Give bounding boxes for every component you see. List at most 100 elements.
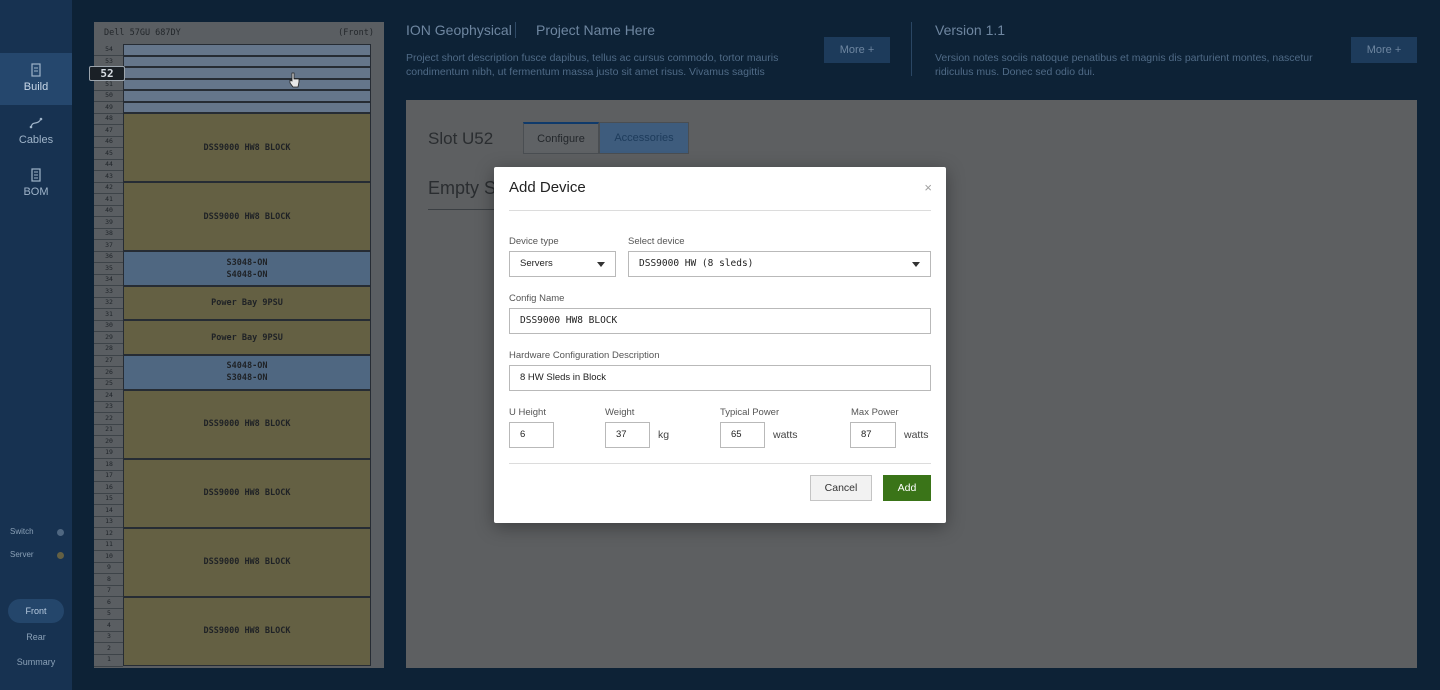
view-summary-button[interactable]: Summary xyxy=(8,650,64,674)
slot-title: Slot U52 xyxy=(428,129,494,148)
weight-label: Weight xyxy=(605,407,635,418)
nav-build[interactable]: Build xyxy=(0,53,72,105)
legend-switch-label: Switch xyxy=(10,527,34,536)
unit-number: 26 xyxy=(105,367,113,376)
tab-configure[interactable]: Configure xyxy=(523,122,599,154)
empty-slot-u51[interactable] xyxy=(123,78,371,91)
unit-number: 9 xyxy=(107,563,111,572)
unit-number: 37 xyxy=(105,240,113,249)
typical-power-input[interactable]: 65 xyxy=(720,422,765,448)
select-device-value: DSS9000 HW (8 sleds) xyxy=(639,258,754,269)
add-button[interactable]: Add xyxy=(883,475,931,501)
tab-accessories[interactable]: Accessories xyxy=(599,122,689,154)
header-divider xyxy=(911,22,912,76)
rack-device-server[interactable]: DSS9000 HW8 BLOCK xyxy=(123,458,371,528)
unit-number: 39 xyxy=(105,217,113,226)
rack-device-server[interactable]: DSS9000 HW8 BLOCK xyxy=(123,527,371,597)
empty-slot-u50[interactable] xyxy=(123,90,371,102)
sidebar: Build Cables BOM Switch Server Front Rea… xyxy=(0,0,72,690)
unit-number: 49 xyxy=(105,102,113,111)
rack-device-power[interactable]: Power Bay 9PSU xyxy=(123,320,371,355)
unit-number: 30 xyxy=(105,321,113,330)
version-title: Version 1.1 xyxy=(935,22,1006,38)
empty-slot-u52[interactable] xyxy=(123,67,371,79)
rack-device-label: DSS9000 HW8 BLOCK xyxy=(203,419,291,430)
project-header: ION Geophysical Project Name Here Projec… xyxy=(406,0,906,100)
project-more-button[interactable]: More + xyxy=(824,37,890,63)
unit-number: 19 xyxy=(105,448,113,457)
highlighted-unit-badge: 52 xyxy=(89,66,125,81)
rack-side: (Front) xyxy=(338,28,374,38)
view-front-button[interactable]: Front xyxy=(8,599,64,623)
nav-build-label: Build xyxy=(23,81,49,93)
unit-number: 24 xyxy=(105,390,113,399)
version-more-button[interactable]: More + xyxy=(1351,37,1417,63)
rack-name: Dell 57GU 687DY xyxy=(104,28,181,38)
rack-device-power[interactable]: Power Bay 9PSU xyxy=(123,285,371,321)
typical-power-label: Typical Power xyxy=(720,407,780,418)
rack-device-label: DSS9000 HW8 BLOCK xyxy=(203,488,291,499)
empty-slot-u49[interactable] xyxy=(123,101,371,114)
chevron-down-icon xyxy=(912,262,920,267)
empty-slot-u53[interactable] xyxy=(123,55,371,68)
unit-number: 42 xyxy=(105,183,113,192)
unit-divider xyxy=(94,665,123,667)
view-rear-button[interactable]: Rear xyxy=(8,625,64,649)
nav-cables[interactable]: Cables xyxy=(0,106,72,156)
unit-number: 14 xyxy=(105,505,113,514)
unit-number: 17 xyxy=(105,471,113,480)
rack-header: Dell 57GU 687DY (Front) xyxy=(94,22,384,44)
unit-number: 20 xyxy=(105,436,113,445)
rack-device-label: DSS9000 HW8 BLOCK xyxy=(203,211,291,222)
rack-device-label: DSS9000 HW8 BLOCK xyxy=(203,142,291,153)
project-description: Project short description fusce dapibus,… xyxy=(406,52,779,78)
weight-input[interactable]: 37 xyxy=(605,422,650,448)
project-name: Project Name Here xyxy=(515,22,655,38)
unit-number: 34 xyxy=(105,275,113,284)
cancel-button[interactable]: Cancel xyxy=(810,475,872,501)
select-device-select[interactable]: DSS9000 HW (8 sleds) xyxy=(628,251,931,277)
dialog-title: Add Device xyxy=(509,179,586,196)
legend-server-label: Server xyxy=(10,550,34,559)
unit-number: 6 xyxy=(107,597,111,606)
unit-number: 35 xyxy=(105,263,113,272)
unit-number: 33 xyxy=(105,286,113,295)
select-device-label: Select device xyxy=(628,236,685,247)
rack-device-server[interactable]: DSS9000 HW8 BLOCK xyxy=(123,389,371,459)
document-icon xyxy=(31,63,41,77)
u-height-label: U Height xyxy=(509,407,546,418)
unit-number: 3 xyxy=(107,632,111,641)
hw-description-input[interactable]: 8 HW Sleds in Block xyxy=(509,365,931,391)
dialog-header-divider xyxy=(509,210,931,211)
weight-unit: kg xyxy=(658,429,670,441)
unit-number: 50 xyxy=(105,91,113,100)
add-device-dialog: Add Device × Device type Servers Select … xyxy=(494,167,946,523)
unit-number: 36 xyxy=(105,252,113,261)
rack-device-switch[interactable]: S3048-ON S4048-ON xyxy=(123,251,371,286)
unit-number: 1 xyxy=(107,655,111,664)
rack-device-server[interactable]: DSS9000 HW8 BLOCK xyxy=(123,596,371,666)
version-header: Version 1.1 Version notes sociis natoque… xyxy=(935,0,1417,100)
unit-number: 41 xyxy=(105,194,113,203)
close-icon[interactable]: × xyxy=(924,180,932,195)
rack-device-server[interactable]: DSS9000 HW8 BLOCK xyxy=(123,182,371,252)
max-power-unit: watts xyxy=(904,429,929,441)
rack-device-label: Power Bay 9PSU xyxy=(211,332,283,343)
nav-bom[interactable]: BOM xyxy=(0,158,72,208)
rack-device-switch[interactable]: S4048-ON S3048-ON xyxy=(123,355,371,390)
rack-device-server[interactable]: DSS9000 HW8 BLOCK xyxy=(123,113,371,183)
config-name-input[interactable]: DSS9000 HW8 BLOCK xyxy=(509,308,931,334)
config-name-label: Config Name xyxy=(509,293,565,304)
empty-slot-u54[interactable] xyxy=(123,44,371,56)
unit-number: 22 xyxy=(105,413,113,422)
device-type-select[interactable]: Servers xyxy=(509,251,616,277)
u-height-input[interactable]: 6 xyxy=(509,422,554,448)
cable-icon xyxy=(29,117,43,129)
list-icon xyxy=(31,168,41,182)
max-power-input[interactable]: 87 xyxy=(850,422,896,448)
version-notes: Version notes sociis natoque penatibus e… xyxy=(935,52,1313,78)
unit-number: 46 xyxy=(105,137,113,146)
rack-device-label: S4048-ON S3048-ON xyxy=(226,361,268,384)
unit-number: 43 xyxy=(105,171,113,180)
unit-number: 10 xyxy=(105,551,113,560)
